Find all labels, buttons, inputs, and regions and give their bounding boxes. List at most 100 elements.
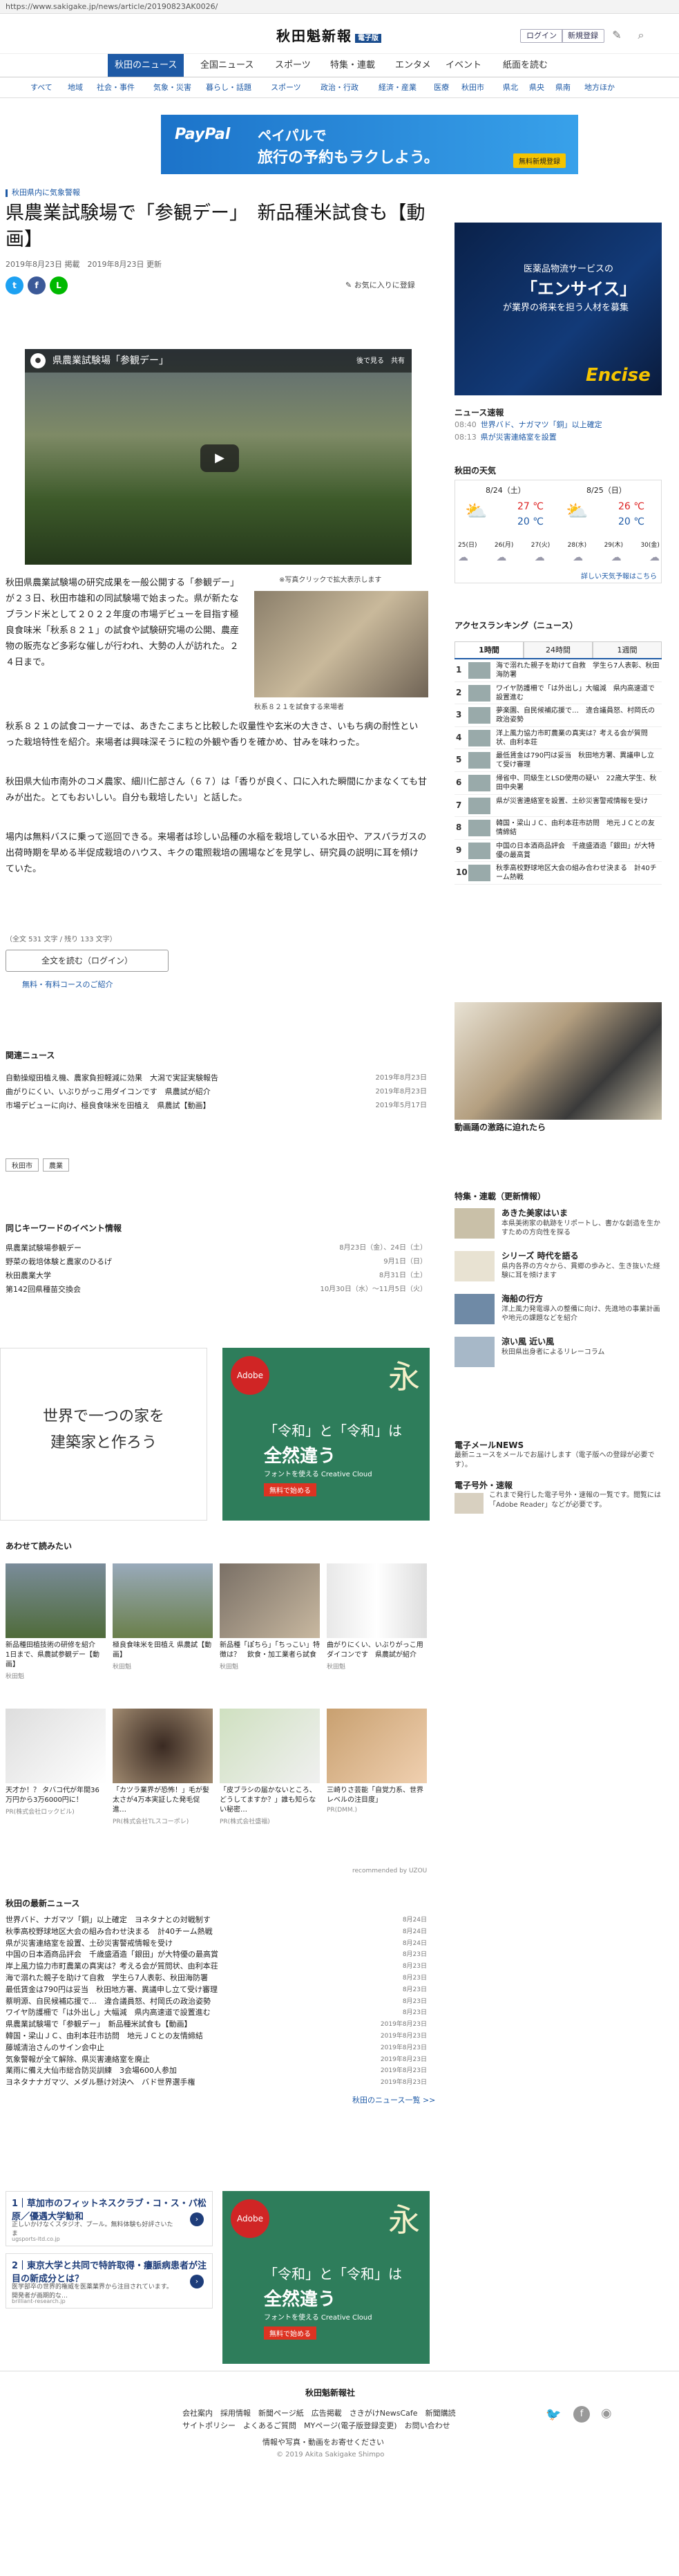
latest-item[interactable]: 県が災害連絡室を設置、土砂災害警戒情報を受け 8月24日 [6,1938,427,1950]
subnav-sports[interactable]: スポーツ [271,77,301,98]
flash-item[interactable]: 08:13 県が災害連絡室を設置 [455,431,662,444]
latest-item[interactable]: 業雨に備え大仙市総合防災訓練 3会場600人参加 2019年8月23日 [6,2065,427,2077]
adobe-ad[interactable]: Adobe 永 「令和」と「令和」は 全然違う フォントを使える Creativ… [222,1348,430,1521]
facebook-icon[interactable]: f [573,2406,590,2423]
url-bar[interactable]: https://www.sakigake.jp/news/article/201… [0,0,679,14]
ranking-item[interactable]: 10 秋季高校野球地区大会の組み合わせ決まる 計40チーム熱戦 [455,862,662,885]
latest-item[interactable]: 県農業試験場で「参観デー」 新品種米試食も【動画】 2019年8月23日 [6,2019,427,2031]
mail-news[interactable]: 電子メールNEWS 最新ニュースをメールでお届けします（電子版への登録が必要です… [455,1439,662,1470]
event-item[interactable]: 秋田農業大学 8月31日（土） [6,1269,427,1283]
uzou-credit[interactable]: recommended by UZOU [352,1868,427,1874]
facebook-share-icon[interactable]: f [28,276,46,294]
ranking-item[interactable]: 2 ワイヤ防護柵で「は外出し」大幅減 県内高速道で設置進む [455,682,662,705]
feature-item[interactable]: シリーズ 時代を語る 県内各界の方々から、貫郷の歩みと、生き抜いた経験に耳を傾けま… [455,1248,662,1291]
subnav-weather[interactable]: 気象・災害 [153,77,191,98]
subnav-politics[interactable]: 政治・行政 [321,77,358,98]
latest-item[interactable]: ヨネタナナガマツ、メダル懸け対決へ バド世界選手権 2019年8月23日 [6,2077,427,2089]
ad-cta-button[interactable]: 無料で始める [264,1483,316,1496]
course-link[interactable]: 無料・有料コースのご紹介 [22,979,113,990]
latest-item[interactable]: 韓国・梁山ＪＣ、由利本荘市訪問 地元ＪＣとの友情締結 2019年8月23日 [6,2031,427,2042]
ad-cta-button[interactable]: 無料新規登録 [513,153,566,168]
search-icon[interactable]: ⌕ [633,28,649,43]
latest-item[interactable]: 海で溺れた親子を助けて自救 学生ら7人表彰、秋田海防署 8月23日 [6,1973,427,1984]
encise-ad[interactable]: 医薬品物流サービスの 「エンサイス」 が業界の将来を担う人材を募集 Encise [455,223,662,395]
subnav-north[interactable]: 県北 [503,77,518,98]
flash-item[interactable]: 08:40 世界バド、ナガマツ「銅」以上確定 [455,419,662,431]
weather-widget[interactable]: 8/24（土） 8/25（日） ⛅ 27 ℃ 20 ℃ ⛅ 26 ℃ 20 ℃ … [455,480,662,583]
related-item[interactable]: 自動操縦田植え機、農家負担軽減に効果 大潟で実証実験報告 2019年8月23日 [6,1071,427,1085]
subnav-others[interactable]: 地方ほか [584,77,615,98]
tag-akita-city[interactable]: 秋田市 [6,1158,39,1172]
recommend-card[interactable]: 「皮ブラシの届かないところ、どうしてますか？」誰も知らない秘密… PR(株式会社盛… [220,1709,320,1825]
latest-item[interactable]: 蔡明源、自民候補応援で… 違合議員怒、村岡氏の政治姿勢 8月23日 [6,1996,427,2008]
recommend-card[interactable]: 三崎りさ芸能「自覚力系、世界レベルの注目度」 PR(DMM.) [327,1709,427,1814]
tab-1hour[interactable]: 1時間 [455,641,524,658]
latest-item[interactable]: 最低賃金は790円は妥当 秋田地方署、異議申し立て受け審理 8月23日 [6,1984,427,1996]
subnav-south[interactable]: 県南 [555,77,571,98]
nav-sports[interactable]: スポーツ [275,54,311,77]
latest-item[interactable]: 藤城清治さんのサイン会中止 2019年8月23日 [6,2042,427,2054]
paypal-banner-ad[interactable]: PayPal ペイパルで 旅行の予約もラクしよう。 無料新規登録 [161,115,578,174]
login-button[interactable]: ログイン [520,29,563,43]
adobe-ad-bottom[interactable]: Adobe 永 「令和」と「令和」は 全然違う フォントを使える Creativ… [222,2191,430,2364]
nav-features[interactable]: 特集・連載 [330,54,375,77]
tab-24hour[interactable]: 24時間 [524,641,593,658]
ranking-item[interactable]: 7 県が災害連絡室を設置、土砂災害警戒情報を受け [455,795,662,818]
latest-item[interactable]: 岸上風力協力市町農業の真実は？考える会が質問状、由利本荘 8月23日 [6,1961,427,1973]
recommend-card[interactable]: 曲がりにくい、いぶりがっこ用ダイコンです 県農試が紹介 秋田魁 [327,1563,427,1671]
text-ad-2[interactable]: 2｜東京大学と共同で特許取得・瘻脈病患者が注目の新成分とは？ 医学部卒の世界的権威… [6,2253,213,2309]
ranking-item[interactable]: 8 韓国・梁山ＪＣ、由利本荘市訪問 地元ＪＣとの友情締結 [455,817,662,840]
recommend-card[interactable]: 新品種「ぽちら」「ちっこい」特徴は？ 飲食・加工業者ら試食 秋田魁 [220,1563,320,1671]
article-video-player[interactable]: 県農業試験場「参観デー」 ● 後で見る 共有 ▶ [25,349,412,565]
event-item[interactable]: 第142回県種苗交換会 10月30日（水）～11月5日（火） [6,1283,427,1297]
recommend-card[interactable]: 「カツラ業界が恐怖！」毛が髪太さが4万本実証した発毛促進… PR(株式会社TLスコ… [113,1709,213,1825]
ranking-item[interactable]: 6 帰省中、同級生とLSD使用の疑い 22歳大学生、秋田中央署 [455,772,662,795]
nav-national[interactable]: 全国ニュース [200,54,254,77]
footer-links-1[interactable]: 会社案内 採用情報 新聞ページ紙 広告掲載 さきがけNewsCafe 新聞購読 [182,2407,456,2418]
read-full-button[interactable]: 全文を読む（ログイン） [6,950,169,972]
tag-agriculture[interactable]: 農業 [43,1158,69,1172]
latest-item[interactable]: 気象警報が全て解除、県災害連絡室を廃止 2019年8月23日 [6,2054,427,2066]
favorite-button[interactable]: ✎ お気に入りに登録 [345,279,415,290]
subnav-medical[interactable]: 医療 [434,77,449,98]
feature-item[interactable]: あきた美家はいま 本県美術家の軌跡をリポートし、書かな創造を生かすための方向性を探… [455,1205,662,1248]
footer-links-2[interactable]: サイトポリシー よくあるご質問 MYページ(電子版登録変更) お問い合わせ [182,2420,450,2431]
nav-akita-news[interactable]: 秋田のニュース [108,54,184,77]
footer-links-3[interactable]: 情報や写真・動画をお寄せください [262,2436,384,2447]
register-button[interactable]: 新規登録 [562,29,604,43]
article-photo[interactable] [254,591,428,697]
video-actions[interactable]: 後で見る 共有 [356,355,405,365]
subnav-central[interactable]: 県央 [529,77,544,98]
weather-alert-link[interactable]: 秋田県内に気象警報 [6,187,80,198]
event-item[interactable]: 県農業試験場参観デー 8月23日（金）、24日（土） [6,1241,427,1255]
latest-item[interactable]: ワイヤ防護柵で「は外出し」大幅減 県内高速道で設置進む 8月23日 [6,2007,427,2019]
sidebar-photo-caption[interactable]: 動画踊の激路に迫れたら [455,1121,546,1133]
latest-item[interactable]: 世界バド、ナガマツ「銅」以上確定 ヨネタナとの対戦制す 8月24日 [6,1915,427,1926]
subnav-region[interactable]: 地域 [68,77,83,98]
e-extra[interactable]: 電子号外・速報 これまで発行した電子号外・速報の一覧です。閲覧には「Adobe … [455,1479,662,1514]
weather-more-link[interactable]: 詳しい天気予報はこちら [581,570,657,581]
rss-icon[interactable]: ◉ [601,2406,612,2420]
related-item[interactable]: 市場デビューに向け、極良食味米を田植え 県農試【動画】 2019年5月17日 [6,1099,427,1113]
ranking-item[interactable]: 9 中国の日本酒商品評会 千歳盛酒造「銀田」が大特優の最高賞 [455,840,662,863]
nav-paper[interactable]: 紙面を読む [503,54,548,77]
line-share-icon[interactable]: L [50,276,68,294]
latest-item[interactable]: 中国の日本酒商品評会 千歳盛酒造「銀田」が大特優の最高賞 8月23日 [6,1949,427,1961]
subnav-society[interactable]: 社会・事件 [97,77,135,98]
ranking-item[interactable]: 5 最低賃金は790円は妥当 秋田地方署、異議申し立て受け審理 [455,749,662,772]
subnav-all[interactable]: すべて [30,77,52,98]
nav-entertainment[interactable]: エンタメ [395,54,431,77]
ranking-item[interactable]: 3 夢楽園、自民候補応援で… 違合議員怒、村岡氏の政治姿勢 [455,704,662,727]
nav-events[interactable]: イベント [446,54,481,77]
subnav-economy[interactable]: 経済・産業 [379,77,417,98]
twitter-icon[interactable]: 🐦 [546,2407,561,2422]
event-item[interactable]: 野菜の栽培体験と農家のひるげ 9月1日（日） [6,1255,427,1269]
ranking-item[interactable]: 1 海で溺れた親子を助けて自救 学生ら7人表彰、秋田海防署 [455,659,662,682]
house-ad[interactable]: 世界で一つの家を 建築家と作ろう [0,1348,207,1521]
latest-item[interactable]: 秋季高校野球地区大会の組み合わせ決まる 計40チーム熱戦 8月24日 [6,1926,427,1938]
feature-item[interactable]: 海船の行方 洋上風力発電導入の整備に向け、先進地の事業計画や地元の課題などを紹介 [455,1291,662,1334]
tab-1week[interactable]: 1週間 [593,641,662,658]
related-item[interactable]: 曲がりにくい、いぶりがっこ用ダイコンです 県農試が紹介 2019年8月23日 [6,1085,427,1099]
subnav-life[interactable]: 暮らし・話題 [206,77,251,98]
subnav-akita-city[interactable]: 秋田市 [461,77,484,98]
